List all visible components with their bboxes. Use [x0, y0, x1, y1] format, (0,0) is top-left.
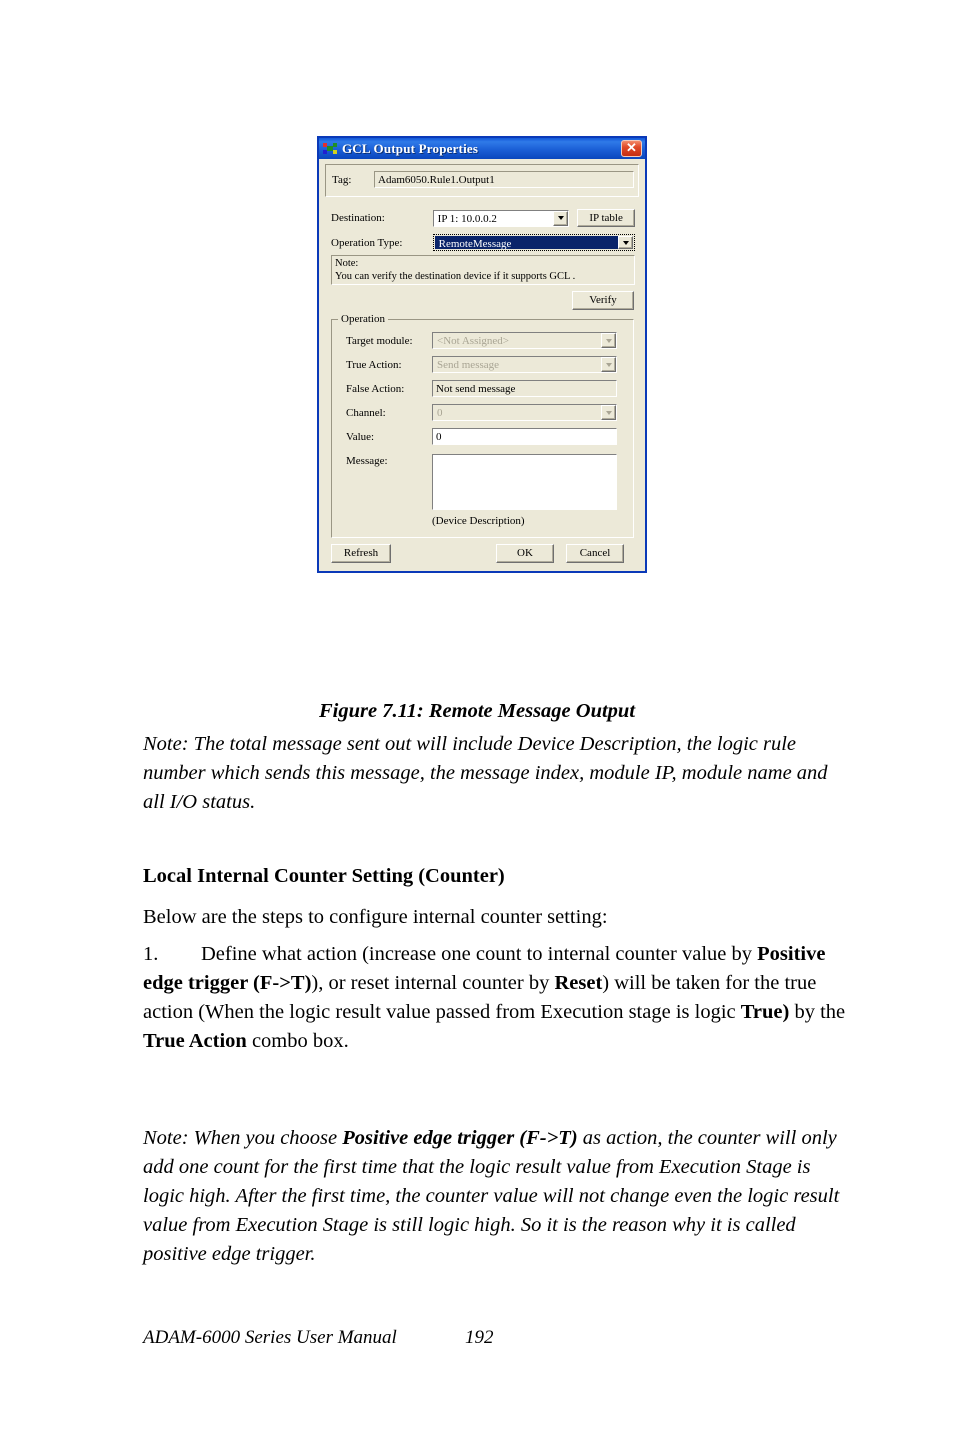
close-icon[interactable]: ✕	[621, 140, 642, 157]
section-heading: Local Internal Counter Setting (Counter)	[143, 865, 505, 887]
target-module-row: Target module: <Not Assigned>	[340, 332, 625, 349]
message-textarea[interactable]	[432, 454, 617, 510]
tag-input[interactable]: Adam6050.Rule1.Output1	[374, 171, 634, 188]
true-action-label: True Action:	[346, 358, 402, 371]
manual-title: ADAM-6000 Series User Manual	[143, 1327, 397, 1348]
page-number: 192	[465, 1327, 494, 1348]
channel-value: 0	[437, 407, 443, 419]
target-module-value: <Not Assigned>	[437, 335, 509, 347]
verify-button[interactable]: Verify	[572, 291, 634, 310]
tag-panel: Tag: Adam6050.Rule1.Output1	[325, 164, 639, 197]
note-line-1: Note:	[335, 258, 359, 269]
figure-caption: Figure 7.11: Remote Message Output	[318, 700, 636, 722]
true-action-value: Send message	[437, 359, 500, 371]
dialog-titlebar[interactable]: GCL Output Properties ✕	[319, 138, 645, 159]
page-footer: ADAM-6000 Series User Manual 192	[143, 1327, 853, 1349]
list-item-text: Define what action (increase one count t…	[143, 943, 845, 1052]
destination-value: IP 1: 10.0.0.2	[437, 212, 497, 225]
false-action-row: False Action: Not send message	[340, 380, 625, 397]
note2-part-1: Note: When you choose	[143, 1127, 343, 1149]
counter-note: Note: When you choose Positive edge trig…	[143, 1124, 853, 1269]
list-item-number: 1.	[143, 943, 159, 965]
chevron-down-icon	[601, 405, 616, 420]
figure-note: Note: The total message sent out will in…	[143, 733, 828, 813]
ok-button[interactable]: OK	[496, 544, 554, 563]
operation-type-label: Operation Type:	[331, 236, 403, 249]
dialog-footer: Refresh OK Cancel	[325, 538, 639, 565]
chevron-down-icon	[601, 357, 616, 372]
dialog-title: GCL Output Properties	[342, 140, 479, 156]
chevron-down-icon[interactable]	[618, 236, 633, 249]
channel-label: Channel:	[346, 406, 386, 419]
operation-type-value: RemoteMessage	[434, 236, 618, 249]
message-row: Message:	[340, 454, 625, 510]
ip-table-button[interactable]: IP table	[577, 209, 636, 227]
message-label: Message:	[346, 455, 388, 467]
false-action-label: False Action:	[346, 382, 405, 395]
tag-label: Tag:	[332, 173, 352, 186]
app-pixel-icon	[323, 142, 337, 155]
list-part-4: by the	[789, 1001, 846, 1023]
note-line-2: You can verify the destination device if…	[335, 271, 576, 282]
operation-type-row: Operation Type: RemoteMessage	[331, 234, 635, 251]
operation-group: Operation Target module: <Not Assigned> …	[331, 313, 634, 538]
list-item: 1. Define what action (increase one coun…	[143, 940, 853, 1056]
device-description-caption: (Device Description)	[432, 515, 525, 527]
tag-row: Tag: Adam6050.Rule1.Output1	[326, 165, 638, 190]
destination-label: Destination:	[331, 212, 385, 224]
destination-combo[interactable]: IP 1: 10.0.0.2	[432, 209, 570, 227]
destination-section: Destination: IP 1: 10.0.0.2 IP table Ope…	[325, 205, 639, 251]
list-bold-3: True)	[740, 1001, 790, 1023]
value-input[interactable]: 0	[432, 428, 617, 445]
chevron-down-icon[interactable]	[553, 210, 569, 226]
target-module-label: Target module:	[346, 334, 413, 347]
target-module-combo[interactable]: <Not Assigned>	[432, 332, 617, 349]
gcl-output-properties-dialog: GCL Output Properties ✕ Tag: Adam6050.Ru…	[317, 136, 647, 573]
chevron-down-icon	[601, 333, 616, 348]
note-block: Note: You can verify the destination dev…	[331, 255, 635, 285]
operation-group-legend: Operation	[338, 313, 388, 325]
refresh-button[interactable]: Refresh	[331, 544, 391, 563]
true-action-row: True Action: Send message	[340, 356, 625, 373]
value-label: Value:	[346, 430, 375, 443]
true-action-combo[interactable]: Send message	[432, 356, 617, 373]
cancel-button[interactable]: Cancel	[566, 544, 624, 563]
list-part-2: ), or reset internal counter by	[311, 972, 555, 994]
verify-row: Verify	[325, 285, 639, 310]
intro-paragraph: Below are the steps to configure interna…	[143, 906, 608, 928]
note2-bold-1: Positive edge trigger (F->T)	[342, 1127, 578, 1149]
channel-combo[interactable]: 0	[432, 404, 617, 421]
list-bold-4: True Action	[143, 1030, 247, 1052]
dialog-body: Tag: Adam6050.Rule1.Output1 Destination:…	[319, 159, 645, 571]
figure-image: GCL Output Properties ✕ Tag: Adam6050.Ru…	[317, 136, 647, 573]
list-part-5: combo box.	[246, 1030, 349, 1052]
destination-row: Destination: IP 1: 10.0.0.2 IP table	[331, 209, 636, 227]
list-part-1: Define what action (increase one count t…	[201, 943, 758, 965]
channel-row: Channel: 0	[340, 404, 625, 421]
list-bold-2: Reset	[554, 972, 603, 994]
value-row: Value: 0	[340, 428, 625, 445]
operation-type-combo[interactable]: RemoteMessage	[432, 234, 635, 251]
false-action-input[interactable]: Not send message	[432, 380, 617, 397]
